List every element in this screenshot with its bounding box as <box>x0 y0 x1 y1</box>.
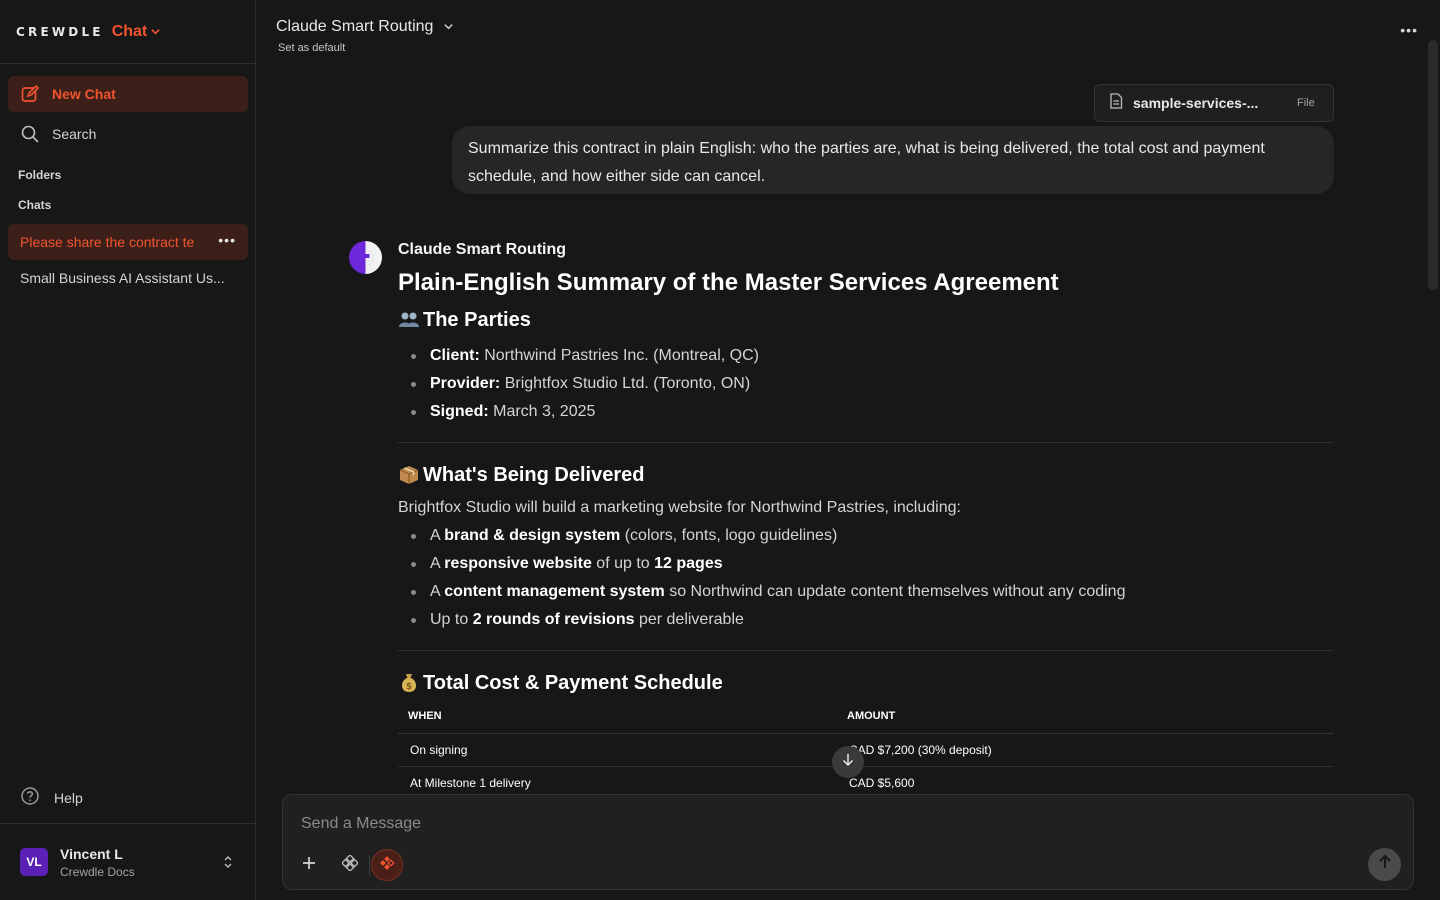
file-name: sample-services-... <box>1133 95 1259 111</box>
table-header-row: WHEN AMOUNT <box>398 699 1334 734</box>
search-label: Search <box>52 126 97 142</box>
assistant-name: Claude Smart Routing <box>398 241 567 258</box>
chats-label[interactable]: Chats <box>18 198 51 212</box>
assistant-response: Plain-English Summary of the Master Serv… <box>398 266 1334 800</box>
chat-item-title: Please share the contract te <box>20 234 195 250</box>
list-item: A brand & design system (colors, fonts, … <box>398 522 1334 550</box>
section-heading-parties: The Parties <box>398 304 1334 336</box>
people-icon <box>398 309 420 331</box>
divider <box>398 442 1334 443</box>
chevron-down-icon[interactable] <box>150 26 161 40</box>
new-chat-button[interactable]: New Chat <box>8 76 248 112</box>
new-chat-label: New Chat <box>52 86 116 102</box>
package-icon <box>398 464 420 486</box>
chat-item-active[interactable]: Please share the contract te ••• <box>8 224 248 260</box>
user-menu[interactable]: VL Vincent L Crewdle Docs <box>0 823 255 900</box>
column-header: AMOUNT <box>837 699 1334 734</box>
smart-routing-toggle[interactable] <box>371 849 403 881</box>
search-button[interactable]: Search <box>8 116 248 152</box>
scrollbar[interactable] <box>1428 40 1438 290</box>
heading-text: Total Cost & Payment Schedule <box>423 671 723 694</box>
model-name: Claude Smart Routing <box>276 18 434 35</box>
brand-header[interactable]: CREWDLE Chat <box>0 0 255 64</box>
column-header: WHEN <box>398 699 837 734</box>
divider <box>398 650 1334 651</box>
plus-icon <box>302 856 316 875</box>
tools-button[interactable] <box>334 849 366 881</box>
delivered-intro: Brightfox Studio will build a marketing … <box>398 499 961 516</box>
message-composer <box>282 794 1414 890</box>
svg-text:$: $ <box>406 682 412 692</box>
table-cell: CAD $7,200 (30% deposit) <box>837 733 1334 767</box>
deliverables-list: A brand & design system (colors, fonts, … <box>398 522 1334 634</box>
user-info: Vincent L Crewdle Docs <box>60 846 135 879</box>
user-name: Vincent L <box>60 845 123 862</box>
response-title: Plain-English Summary of the Master Serv… <box>398 269 1059 296</box>
table-row: On signing CAD $7,200 (30% deposit) <box>398 733 1334 767</box>
money-bag-icon: $ <box>398 672 420 694</box>
sidebar: CREWDLE Chat New Chat Search Folders Cha… <box>0 0 256 900</box>
edit-icon <box>20 84 40 104</box>
list-item: Provider: Brightfox Studio Ltd. (Toronto… <box>398 370 1334 398</box>
assistant-avatar-icon <box>349 241 382 274</box>
chat-item-title: Small Business AI Assistant Us... <box>20 270 225 286</box>
list-item: Signed: March 3, 2025 <box>398 398 1334 426</box>
more-options-icon[interactable]: ••• <box>218 232 236 248</box>
file-type-tag: File <box>1297 97 1315 109</box>
user-message: Summarize this contract in plain English… <box>452 126 1334 194</box>
send-button[interactable] <box>1368 848 1401 881</box>
tools-icon <box>341 853 359 876</box>
list-item: Up to 2 rounds of revisions per delivera… <box>398 606 1334 634</box>
help-label: Help <box>54 789 83 806</box>
crewdle-logo: CREWDLE <box>16 24 104 39</box>
sparkle-tools-icon <box>379 855 395 876</box>
parties-list: Client: Northwind Pastries Inc. (Montrea… <box>398 342 1334 426</box>
scroll-to-bottom-button[interactable] <box>832 746 864 778</box>
table-cell: On signing <box>398 733 837 767</box>
chat-main: Claude Smart Routing Set as default ••• … <box>256 0 1440 900</box>
set-default-link[interactable]: Set as default <box>278 42 345 54</box>
payment-table: WHEN AMOUNT On signing CAD $7,200 (30% d… <box>398 699 1334 800</box>
help-circle-icon <box>20 786 40 809</box>
section-heading-delivered: What's Being Delivered <box>398 459 1334 491</box>
user-org: Crewdle Docs <box>60 864 135 879</box>
model-selector[interactable]: Claude Smart Routing <box>276 17 454 37</box>
arrow-up-icon <box>1377 854 1393 875</box>
search-icon <box>20 124 40 144</box>
message-input[interactable] <box>301 809 1201 839</box>
list-item: A responsive website of up to 12 pages <box>398 550 1334 578</box>
divider <box>369 855 370 875</box>
document-icon <box>1109 92 1123 114</box>
chevron-down-icon <box>443 19 454 37</box>
heading-text: What's Being Delivered <box>423 463 645 486</box>
list-item: A content management system so Northwind… <box>398 578 1334 606</box>
avatar: VL <box>20 848 48 876</box>
file-attachment[interactable]: sample-services-... File <box>1094 84 1334 122</box>
more-options-icon[interactable]: ••• <box>1400 22 1418 38</box>
add-attachment-button[interactable] <box>293 849 325 881</box>
folders-label[interactable]: Folders <box>18 168 61 182</box>
chat-item[interactable]: Small Business AI Assistant Us... <box>8 260 248 296</box>
list-item: Client: Northwind Pastries Inc. (Montrea… <box>398 342 1334 370</box>
heading-text: The Parties <box>423 308 531 331</box>
help-button[interactable]: Help <box>20 786 83 809</box>
arrow-down-icon <box>841 753 855 772</box>
chevron-up-down-icon[interactable] <box>223 854 233 875</box>
section-heading-payment: $ Total Cost & Payment Schedule <box>398 667 1334 699</box>
product-switcher-label[interactable]: Chat <box>112 23 148 41</box>
